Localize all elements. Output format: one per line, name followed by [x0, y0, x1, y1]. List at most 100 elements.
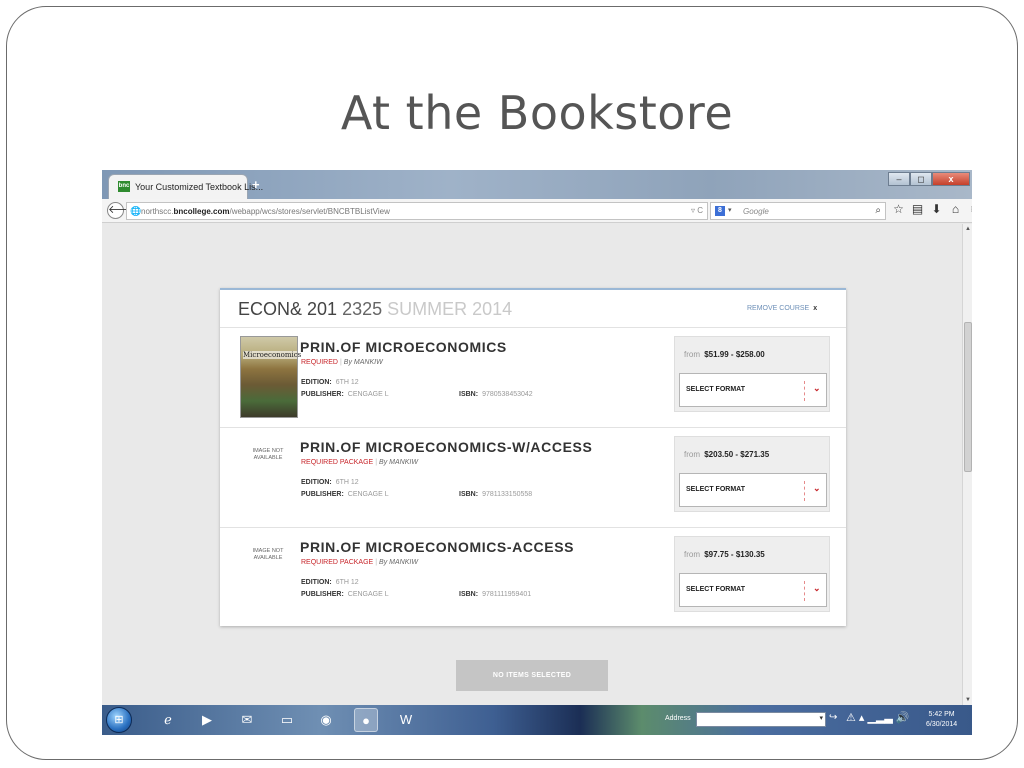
publisher-info: PUBLISHER: CENGAGE L — [301, 391, 389, 398]
bnc-favicon-icon: bnc — [118, 181, 130, 192]
tab-bar: bnc Your Customized Textbook Lis... + – … — [102, 170, 972, 199]
search-bar[interactable]: 8 ▾ Google ⌕ — [710, 202, 886, 220]
clock-time: 5:42 PM — [928, 711, 955, 718]
vertical-scrollbar[interactable]: ▲ ▼ — [962, 224, 972, 705]
chevron-down-icon[interactable]: ▾ — [819, 714, 823, 722]
url-prefix: northscc. — [141, 207, 174, 216]
url-bar[interactable]: 🌐 northscc.bncollege.com/webapp/wcs/stor… — [126, 202, 708, 220]
navigation-bar: 🡐 🌐 northscc.bncollege.com/webapp/wcs/st… — [102, 199, 972, 223]
select-format-label: SELECT FORMAT — [686, 486, 745, 493]
new-tab-button[interactable]: + — [252, 177, 260, 192]
divider — [804, 581, 805, 601]
select-format-dropdown[interactable]: SELECT FORMAT ⌄ — [679, 573, 827, 607]
close-icon: x — [813, 305, 818, 312]
book-title[interactable]: PRIN.OF MICROECONOMICS — [300, 339, 507, 355]
home-icon[interactable]: ⌂ — [949, 202, 962, 216]
price-box: from $97.75 - $130.35 SELECT FORMAT ⌄ — [674, 536, 830, 612]
book-title[interactable]: PRIN.OF MICROECONOMICS-W/ACCESS — [300, 439, 592, 455]
tab-title: Your Customized Textbook Lis... — [135, 182, 264, 192]
media-player-icon[interactable]: ▶ — [195, 708, 219, 732]
book-meta: REQUIRED PACKAGE | By MANKIW — [301, 459, 418, 466]
system-tray[interactable]: ⚠ ▴ ▁▂▃ 🔊 — [846, 711, 910, 724]
address-input[interactable]: ▾ — [696, 712, 826, 727]
chevron-down-icon: ⌄ — [813, 583, 821, 593]
cover-title: Microeconomics — [243, 351, 302, 359]
select-format-label: SELECT FORMAT — [686, 386, 745, 393]
clipboard-icon[interactable]: ▤ — [911, 202, 924, 216]
chevron-down-icon: ⌄ — [813, 383, 821, 393]
url-path: /webapp/wcs/stores/servlet/BNCBTBListVie… — [229, 207, 390, 216]
book-title[interactable]: PRIN.OF MICROECONOMICS-ACCESS — [300, 539, 574, 555]
browser-tab[interactable]: bnc Your Customized Textbook Lis... — [108, 174, 263, 199]
firefox-icon[interactable]: ● — [354, 708, 378, 732]
close-button[interactable]: x — [932, 172, 970, 186]
url-domain: bncollege.com — [173, 207, 230, 216]
select-format-dropdown[interactable]: SELECT FORMAT ⌄ — [679, 373, 827, 407]
globe-icon: 🌐 — [130, 206, 142, 216]
no-items-selected-button[interactable]: NO ITEMS SELECTED — [456, 660, 608, 691]
course-card: ECON& 201 2325 SUMMER 2014 REMOVE COURSE… — [220, 288, 846, 626]
word-icon[interactable]: W — [394, 708, 418, 732]
go-icon[interactable]: ↪ — [829, 712, 837, 723]
image-not-available: IMAGE NOT AVAILABLE — [252, 448, 284, 461]
toolbar-icons: ☆ ▤ ⬇ ⌂ ≡ — [892, 202, 972, 216]
internet-explorer-icon[interactable]: ℯ — [156, 708, 180, 732]
course-header: ECON& 201 2325 SUMMER 2014 REMOVE COURSE… — [220, 290, 846, 328]
book-cover-image[interactable]: Microeconomics — [240, 336, 302, 418]
back-button[interactable]: 🡐 — [107, 202, 138, 219]
window-controls: – ◻ x — [888, 172, 970, 186]
mail-icon[interactable]: ✉ — [235, 708, 259, 732]
book-row: Microeconomics PRIN.OF MICROECONOMICS RE… — [220, 328, 846, 428]
hp-icon[interactable]: ◉ — [314, 708, 338, 732]
remove-course-label: REMOVE COURSE — [747, 305, 810, 312]
select-format-label: SELECT FORMAT — [686, 586, 745, 593]
download-icon[interactable]: ⬇ — [930, 202, 943, 216]
search-icon[interactable]: ⌕ — [875, 205, 881, 216]
minimize-button[interactable]: – — [888, 172, 910, 186]
clock-date: 6/30/2014 — [926, 721, 958, 728]
scroll-down-icon[interactable]: ▼ — [965, 697, 971, 703]
chevron-down-icon[interactable]: ▾ — [728, 206, 732, 214]
book-row: IMAGE NOT AVAILABLE PRIN.OF MICROECONOMI… — [220, 428, 846, 528]
divider — [804, 381, 805, 401]
scrollbar-thumb[interactable] — [964, 322, 972, 472]
edition-info: EDITION: 6TH 12 — [301, 379, 359, 386]
image-not-available: IMAGE NOT AVAILABLE — [252, 548, 284, 561]
price-range: from $51.99 - $258.00 — [684, 350, 765, 359]
windows-taskbar: ⊞ ℯ ▶ ✉ ▭ ◉ ● W Address ▾ ↪ ⚠ ▴ ▁▂▃ 🔊 5:… — [102, 705, 972, 735]
page-viewport: ECON& 201 2325 SUMMER 2014 REMOVE COURSE… — [102, 224, 962, 705]
reload-icon[interactable]: ▿ C — [691, 206, 703, 215]
edition-info: EDITION: 6TH 12 — [301, 579, 359, 586]
book-meta: REQUIRED | By MANKIW — [301, 359, 383, 366]
maximize-button[interactable]: ◻ — [910, 172, 932, 186]
star-icon[interactable]: ☆ — [892, 202, 905, 216]
start-button[interactable]: ⊞ — [106, 707, 132, 733]
edition-info: EDITION: 6TH 12 — [301, 479, 359, 486]
folder-icon[interactable]: ▭ — [275, 708, 299, 732]
author-label: By MANKIW — [379, 559, 418, 566]
isbn-info: ISBN: 9781133150558 — [459, 491, 533, 498]
google-icon: 8 — [715, 206, 725, 216]
requirement-label: REQUIRED — [301, 359, 338, 366]
author-label: By MANKIW — [379, 459, 418, 466]
book-row: IMAGE NOT AVAILABLE PRIN.OF MICROECONOMI… — [220, 528, 846, 628]
menu-icon[interactable]: ≡ — [968, 202, 972, 216]
select-format-dropdown[interactable]: SELECT FORMAT ⌄ — [679, 473, 827, 507]
isbn-info: ISBN: 9780538453042 — [459, 391, 533, 398]
price-box: from $203.50 - $271.35 SELECT FORMAT ⌄ — [674, 436, 830, 512]
course-name: ECON& 201 — [238, 299, 338, 319]
price-range: from $203.50 - $271.35 — [684, 450, 770, 459]
browser-window: bnc Your Customized Textbook Lis... + – … — [102, 170, 972, 735]
publisher-info: PUBLISHER: CENGAGE L — [301, 491, 389, 498]
author-label: By MANKIW — [343, 359, 383, 366]
requirement-label: REQUIRED PACKAGE — [301, 559, 374, 566]
remove-course-button[interactable]: REMOVE COURSE x — [747, 305, 817, 312]
publisher-info: PUBLISHER: CENGAGE L — [301, 591, 389, 598]
course-title: ECON& 201 2325 SUMMER 2014 — [238, 299, 512, 320]
course-number: 2325 — [342, 299, 383, 319]
chevron-down-icon: ⌄ — [813, 483, 821, 493]
scroll-up-icon[interactable]: ▲ — [965, 226, 971, 232]
isbn-info: ISBN: 9781111959401 — [459, 591, 532, 598]
clock[interactable]: 5:42 PM 6/30/2014 — [926, 710, 957, 730]
price-box: from $51.99 - $258.00 SELECT FORMAT ⌄ — [674, 336, 830, 412]
